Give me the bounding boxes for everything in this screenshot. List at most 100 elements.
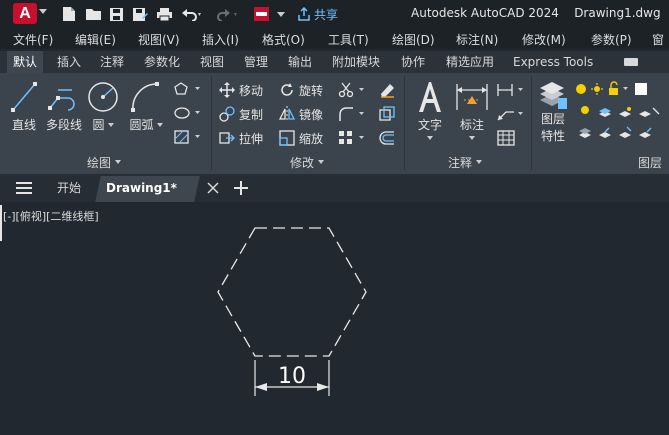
menu-dimension[interactable]: 标注(N) — [456, 31, 498, 48]
line-icon — [11, 82, 37, 112]
app-title: Autodesk AutoCAD 2024 — [411, 6, 559, 20]
new-file-icon[interactable] — [61, 4, 77, 24]
dimension-value-text[interactable]: 10 — [278, 364, 306, 389]
ribbon-more-icon[interactable] — [624, 58, 638, 66]
menu-file[interactable]: 文件(F) — [13, 31, 53, 48]
polygon-tool-button[interactable] — [172, 80, 202, 98]
line-tool-button[interactable]: 直线 — [8, 80, 40, 133]
arc-dropdown-icon — [156, 122, 163, 127]
menu-format[interactable]: 格式(O) — [262, 31, 305, 48]
mirror-label: 镜像 — [299, 107, 324, 122]
menu-bar: 文件(F) 编辑(E) 视图(V) 插入(I) 格式(O) 工具(T) 绘图(D… — [0, 29, 669, 49]
layer-properties-button[interactable]: 图层 特性 — [536, 80, 570, 144]
menu-window[interactable]: 窗 — [652, 31, 664, 48]
draw-panel-title[interactable]: 绘图 — [87, 154, 122, 170]
share-button[interactable]: 共享 — [297, 4, 338, 24]
layer-dropdown[interactable] — [574, 80, 660, 98]
menu-draw[interactable]: 绘图(D) — [392, 31, 435, 48]
tab-addins[interactable]: 附加模块 — [326, 51, 386, 73]
table-icon — [497, 130, 515, 146]
circle-dropdown-icon — [107, 122, 114, 127]
rotate-tool-button[interactable]: 旋转 — [279, 81, 323, 99]
tab-featured-apps[interactable]: 精选应用 — [440, 51, 500, 73]
arc-tool-button[interactable]: 圆弧 — [128, 80, 164, 133]
start-menu-hamburger-icon[interactable] — [14, 180, 34, 196]
menu-edit[interactable]: 编辑(E) — [75, 31, 116, 48]
menu-parametric[interactable]: 参数(P) — [591, 31, 632, 48]
tab-insert[interactable]: 插入 — [51, 51, 87, 73]
open-folder-icon[interactable] — [84, 4, 102, 24]
ellipse-tool-button[interactable] — [172, 104, 202, 122]
close-tab-hitbox — [205, 178, 225, 196]
tab-output[interactable]: 输出 — [282, 51, 318, 73]
draw-panel-title-text: 绘图 — [87, 155, 112, 170]
text-a-icon — [419, 82, 441, 112]
circle-icon — [88, 82, 118, 112]
tab-annotate[interactable]: 注释 — [94, 51, 130, 73]
app-menu-caret-icon[interactable] — [39, 9, 47, 14]
fillet-icon — [339, 107, 364, 121]
tab-view[interactable]: 视图 — [194, 51, 230, 73]
dimension-tool-button[interactable]: 标注 — [454, 80, 490, 140]
save-icon[interactable] — [108, 4, 124, 24]
plot-printer-icon[interactable] — [155, 4, 173, 24]
tab-parametric[interactable]: 参数化 — [138, 51, 186, 73]
qat-dropdown-icon[interactable] — [275, 4, 287, 24]
linear-dimension-icon — [497, 84, 523, 96]
tab-manage[interactable]: 管理 — [238, 51, 274, 73]
text-tool-button[interactable]: 文字 — [414, 80, 446, 140]
circle-tool-button[interactable]: 圆 — [86, 80, 120, 133]
tab-start[interactable]: 开始 — [57, 174, 81, 202]
fillet-tool-button[interactable] — [337, 105, 367, 123]
menu-view[interactable]: 视图(V) — [138, 31, 180, 48]
panel-divider — [211, 76, 212, 170]
annotation-panel-title[interactable]: 注释 — [448, 154, 483, 170]
leader-icon — [497, 111, 523, 121]
layer-tools-row-1[interactable] — [578, 103, 664, 121]
linear-dim-button[interactable] — [495, 81, 525, 99]
ribbon-tab-bar: 默认 插入 注释 参数化 视图 管理 输出 附加模块 协作 精选应用 Expre… — [0, 51, 669, 73]
leader-button[interactable] — [495, 105, 525, 123]
move-tool-button[interactable]: 移动 — [219, 81, 263, 99]
drawing-svg: 10 — [217, 227, 367, 396]
modify-panel-title[interactable]: 修改 — [290, 154, 325, 170]
publish-dwf-icon[interactable] — [252, 4, 270, 24]
menu-modify[interactable]: 修改(M) — [522, 31, 566, 48]
layers-panel-title[interactable]: 图层 — [638, 154, 662, 170]
erase-tool-button[interactable] — [376, 81, 398, 99]
menu-tools[interactable]: 工具(T) — [328, 31, 369, 48]
explode-tool-button[interactable] — [376, 105, 398, 123]
table-button[interactable] — [495, 129, 517, 147]
array-tool-button[interactable] — [337, 129, 367, 147]
offset-tool-button[interactable] — [376, 129, 398, 147]
hexagon-shape[interactable] — [217, 227, 367, 357]
app-logo-button[interactable]: A — [13, 3, 37, 24]
layer-tools-row-2[interactable] — [578, 124, 664, 142]
save-as-icon[interactable] — [131, 4, 149, 24]
copy-tool-button[interactable]: 复制 — [219, 105, 263, 123]
stretch-tool-button[interactable]: 拉伸 — [219, 129, 263, 147]
array-icon — [339, 131, 364, 144]
redo-icon[interactable] — [216, 4, 240, 24]
tab-drawing1[interactable]: Drawing1* — [106, 174, 177, 202]
share-icon — [298, 7, 310, 21]
new-tab-plus-icon[interactable] — [232, 179, 250, 197]
polyline-tool-button[interactable]: 多段线 — [44, 80, 84, 133]
dimension-label-text: 标注 — [459, 118, 484, 132]
layer-properties-icon — [540, 82, 567, 109]
scale-tool-button[interactable]: 缩放 — [279, 129, 323, 147]
tab-default[interactable]: 默认 — [7, 51, 44, 73]
undo-icon[interactable] — [180, 4, 204, 24]
eraser-icon — [381, 84, 394, 98]
move-label: 移动 — [239, 83, 264, 98]
tab-express-tools[interactable]: Express Tools — [507, 51, 599, 73]
trim-tool-button[interactable] — [337, 81, 367, 99]
text-dropdown-icon — [427, 136, 433, 140]
stretch-label: 拉伸 — [239, 131, 264, 146]
scale-label: 缩放 — [299, 131, 324, 146]
hatch-tool-button[interactable] — [172, 128, 202, 146]
mirror-tool-button[interactable]: 镜像 — [279, 105, 323, 123]
tab-collaborate[interactable]: 协作 — [395, 51, 431, 73]
menu-insert[interactable]: 插入(I) — [202, 31, 239, 48]
layer-properties-label-1: 图层 — [540, 112, 565, 126]
